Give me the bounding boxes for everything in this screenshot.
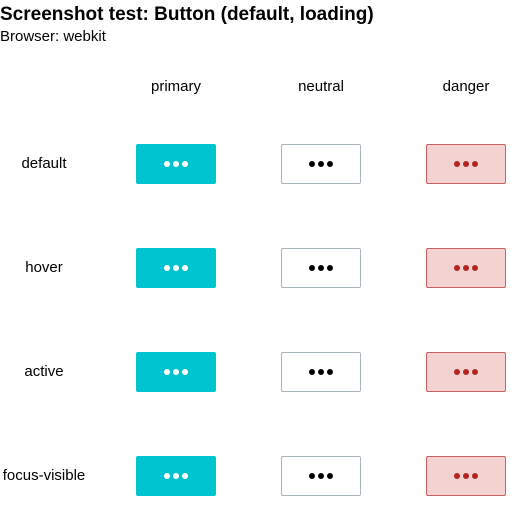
- primary-loading-button-focus-visible[interactable]: [136, 456, 216, 496]
- ellipsis-dots-icon: [309, 265, 333, 271]
- primary-loading-button-default[interactable]: [136, 144, 216, 184]
- ellipsis-dots-icon: [454, 369, 478, 375]
- browser-info: Browser: webkit: [0, 28, 106, 45]
- ellipsis-dots-icon: [454, 473, 478, 479]
- ellipsis-dots-icon: [164, 161, 188, 167]
- ellipsis-dots-icon: [454, 265, 478, 271]
- danger-loading-button-default[interactable]: [426, 144, 506, 184]
- neutral-loading-button-default[interactable]: [281, 144, 361, 184]
- row-label-default: default: [21, 155, 67, 172]
- row-label-focus-visible: focus-visible: [2, 467, 86, 484]
- column-header-danger: danger: [442, 78, 490, 95]
- column-header-primary: primary: [150, 78, 201, 95]
- ellipsis-dots-icon: [164, 265, 188, 271]
- primary-loading-button-active[interactable]: [136, 352, 216, 392]
- neutral-loading-button-active[interactable]: [281, 352, 361, 392]
- column-header-neutral: neutral: [298, 78, 344, 95]
- ellipsis-dots-icon: [309, 369, 333, 375]
- row-label-active: active: [24, 363, 64, 380]
- row-label-hover: hover: [25, 259, 63, 276]
- danger-loading-button-active[interactable]: [426, 352, 506, 392]
- ellipsis-dots-icon: [164, 369, 188, 375]
- primary-loading-button-hover[interactable]: [136, 248, 216, 288]
- ellipsis-dots-icon: [309, 473, 333, 479]
- danger-loading-button-hover[interactable]: [426, 248, 506, 288]
- danger-loading-button-focus-visible[interactable]: [426, 456, 506, 496]
- ellipsis-dots-icon: [309, 161, 333, 167]
- ellipsis-dots-icon: [454, 161, 478, 167]
- neutral-loading-button-focus-visible[interactable]: [281, 456, 361, 496]
- neutral-loading-button-hover[interactable]: [281, 248, 361, 288]
- page-title: Screenshot test: Button (default, loadin…: [0, 4, 374, 25]
- ellipsis-dots-icon: [164, 473, 188, 479]
